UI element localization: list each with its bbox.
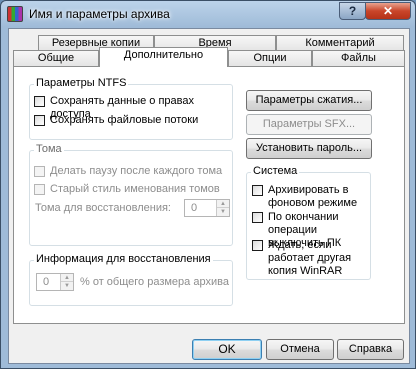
spinner-arrows[interactable]: ▲ ▼ <box>60 274 73 290</box>
pause-each-volume-checkbox[interactable]: Делать паузу после каждого тома <box>34 165 222 178</box>
title-bar[interactable]: Имя и параметры архива ? ✕ <box>1 1 415 28</box>
spin-down-icon[interactable]: ▼ <box>217 208 229 216</box>
compression-params-button[interactable]: Параметры сжатия... <box>246 90 372 111</box>
close-icon: ✕ <box>382 4 394 18</box>
save-streams-label: Сохранять файловые потоки <box>50 114 199 126</box>
help-title-button[interactable]: ? <box>339 2 366 20</box>
ntfs-group-title: Параметры NTFS <box>34 77 129 89</box>
cancel-button[interactable]: Отмена <box>266 339 334 360</box>
volumes-group: Тома Делать паузу после каждого тома Ста… <box>29 143 233 246</box>
checkbox-box[interactable] <box>252 240 263 251</box>
recovery-volumes-label: Тома для восстановления: <box>35 202 171 214</box>
checkbox-box[interactable] <box>34 184 45 195</box>
recovery-volumes-spinner[interactable]: 0 ▲ ▼ <box>184 199 230 217</box>
wait-other-copy-checkbox[interactable]: Ждать, если работает другая копия WinRAR <box>252 239 368 278</box>
background-archive-label: Архивировать в фоновом режиме <box>268 184 358 209</box>
volumes-group-title: Тома <box>34 143 64 155</box>
checkbox-box[interactable] <box>34 96 45 107</box>
recovery-percent-value: 0 <box>43 276 50 288</box>
recovery-percent-spinner[interactable]: 0 ▲ ▼ <box>36 273 74 291</box>
ok-button[interactable]: OK <box>192 339 262 360</box>
tab-advanced[interactable]: Дополнительно <box>99 47 228 67</box>
system-group: Система Архивировать в фоновом режиме По… <box>246 165 371 280</box>
spin-up-icon[interactable]: ▲ <box>217 200 229 208</box>
checkbox-box[interactable] <box>34 115 45 126</box>
old-naming-label: Старый стиль именования томов <box>50 183 220 195</box>
recovery-info-group: Информация для восстановления 0 ▲ ▼ % от… <box>29 253 233 306</box>
wait-other-copy-label: Ждать, если работает другая копия WinRAR <box>268 239 352 277</box>
spinner-arrows[interactable]: ▲ ▼ <box>216 200 229 216</box>
set-password-button[interactable]: Установить пароль... <box>246 138 372 159</box>
window-title: Имя и параметры архива <box>29 7 170 21</box>
checkbox-box[interactable] <box>252 212 263 223</box>
save-streams-checkbox[interactable]: Сохранять файловые потоки <box>34 114 198 127</box>
help-button[interactable]: Справка <box>337 339 404 360</box>
ntfs-group: Параметры NTFS Сохранять данные о правах… <box>29 77 233 140</box>
spin-down-icon[interactable]: ▼ <box>61 282 73 290</box>
winrar-icon <box>7 6 23 22</box>
checkbox-box[interactable] <box>34 166 45 177</box>
pause-each-volume-label: Делать паузу после каждого тома <box>50 165 223 177</box>
recovery-info-title: Информация для восстановления <box>34 253 213 265</box>
archive-dialog-window: Имя и параметры архива ? ✕ Резервные коп… <box>0 0 416 369</box>
sfx-params-button[interactable]: Параметры SFX... <box>246 114 372 135</box>
tab-panel-advanced: Параметры NTFS Сохранять данные о правах… <box>13 66 405 324</box>
old-naming-checkbox[interactable]: Старый стиль именования томов <box>34 183 220 196</box>
dialog-client: Резервные копии Время Комментарий Общие … <box>8 28 410 364</box>
close-button[interactable]: ✕ <box>365 2 411 20</box>
tab-general[interactable]: Общие <box>13 50 99 67</box>
question-icon: ? <box>348 4 357 18</box>
system-group-title: Система <box>251 165 300 177</box>
background-archive-checkbox[interactable]: Архивировать в фоновом режиме <box>252 184 368 210</box>
checkbox-box[interactable] <box>252 185 263 196</box>
spin-up-icon[interactable]: ▲ <box>61 274 73 282</box>
tab-files[interactable]: Файлы <box>312 50 405 67</box>
tab-options[interactable]: Опции <box>228 50 312 67</box>
recovery-volumes-value: 0 <box>191 202 198 214</box>
recovery-percent-suffix: % от общего размера архива <box>80 276 229 288</box>
